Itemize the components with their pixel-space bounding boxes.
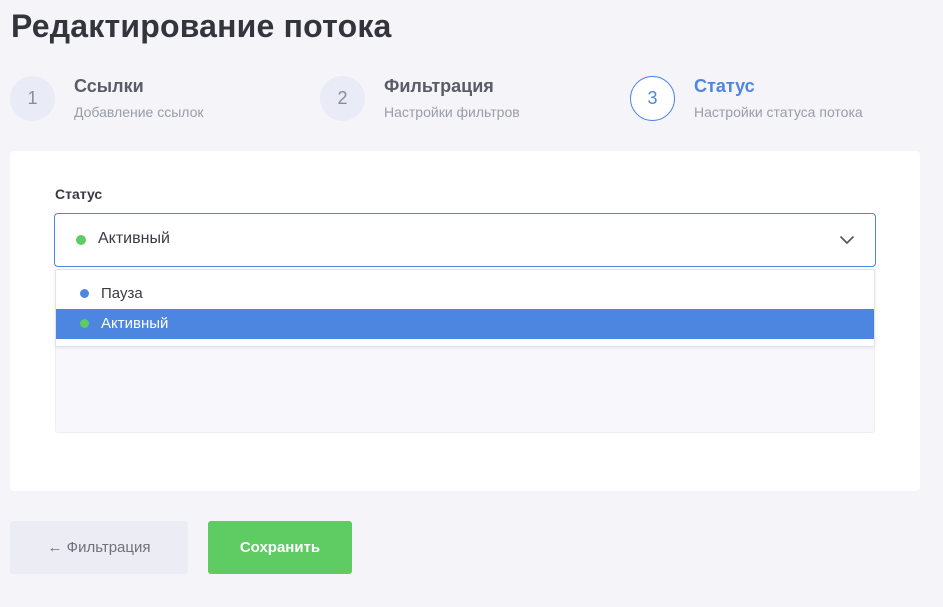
status-dropdown: Пауза Активный xyxy=(55,269,875,347)
status-dot-icon xyxy=(76,235,86,245)
status-card: Статус Активный Пауза Активный xyxy=(10,151,920,491)
page-title: Редактирование потока xyxy=(11,8,392,44)
pause-dot-icon xyxy=(80,289,89,298)
status-select[interactable]: Активный xyxy=(54,213,876,267)
back-button[interactable]: ← Фильтрация xyxy=(10,521,188,574)
step-title: Ссылки xyxy=(74,76,144,96)
step-subtitle: Настройки статуса потока xyxy=(694,104,863,120)
status-selected-value: Активный xyxy=(98,230,170,247)
option-label: Активный xyxy=(101,315,169,332)
step-title: Фильтрация xyxy=(384,76,494,96)
stepper: 1 Ссылки Добавление ссылок 2 Фильтрация … xyxy=(10,76,930,126)
step-subtitle: Настройки фильтров xyxy=(384,104,520,120)
step-subtitle: Добавление ссылок xyxy=(74,104,204,120)
step-number: 3 xyxy=(630,76,675,121)
status-option-active[interactable]: Активный xyxy=(56,309,874,339)
save-button[interactable]: Сохранить xyxy=(208,521,352,574)
option-label: Пауза xyxy=(101,285,143,302)
chevron-down-icon xyxy=(840,236,854,244)
active-dot-icon xyxy=(80,319,89,328)
status-option-pause[interactable]: Пауза xyxy=(56,279,874,309)
comment-area[interactable] xyxy=(55,341,875,433)
step-number: 2 xyxy=(320,76,365,121)
status-label: Статус xyxy=(55,186,103,202)
step-title: Статус xyxy=(694,76,755,96)
step-number: 1 xyxy=(10,76,55,121)
